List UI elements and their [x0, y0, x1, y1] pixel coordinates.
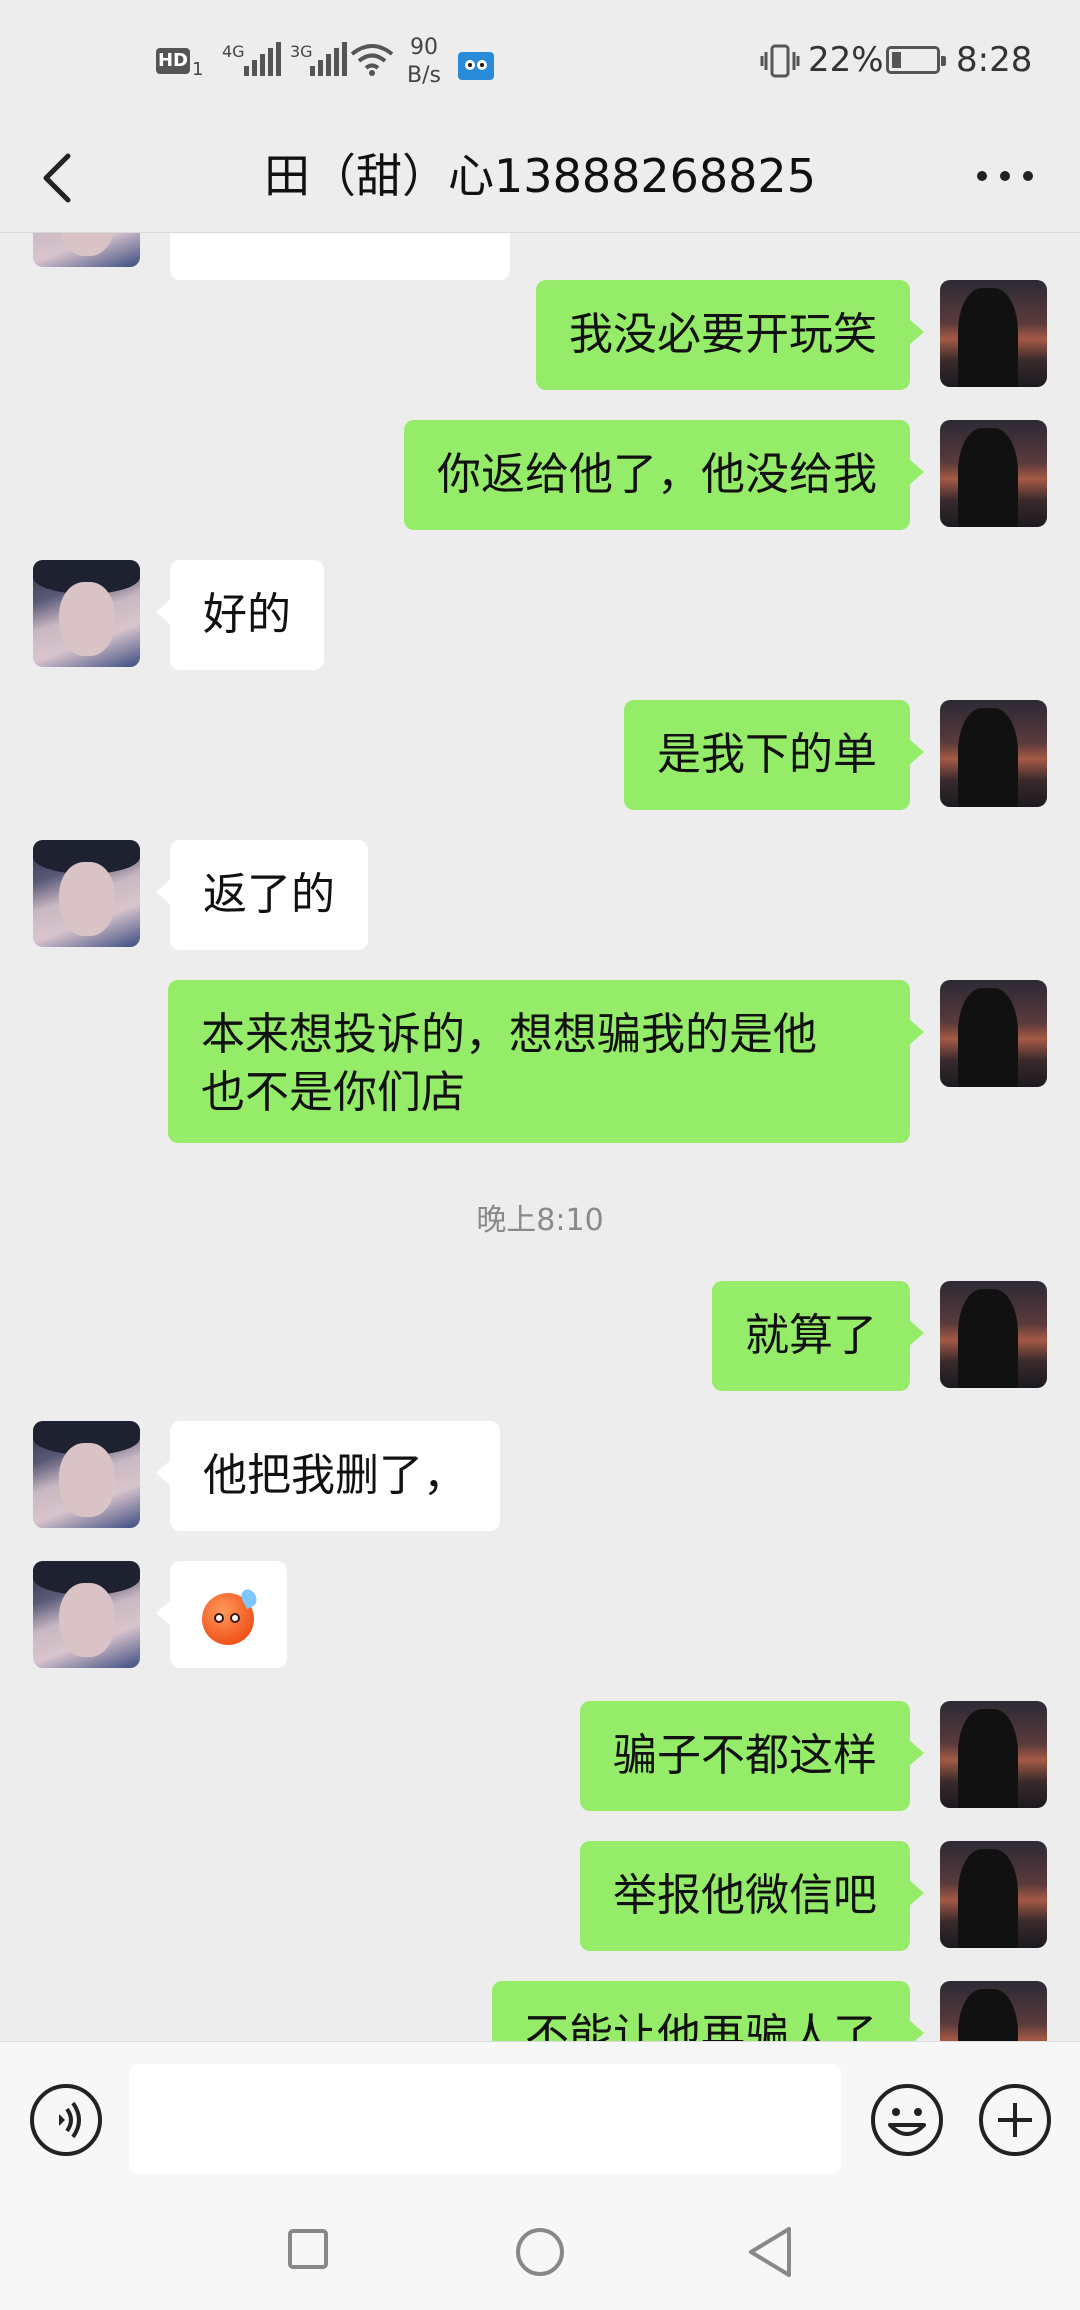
signal-icon-2: [306, 40, 350, 76]
message-bubble-outgoing[interactable]: 我没必要开玩笑: [536, 280, 924, 390]
app-notification-icon: [458, 52, 494, 80]
message-bubble-incoming[interactable]: 他把我删了，: [156, 1421, 500, 1531]
battery-icon: [886, 46, 946, 74]
my-avatar[interactable]: [940, 1281, 1047, 1388]
message-bubble-outgoing[interactable]: 是我下的单: [624, 700, 924, 810]
contact-avatar[interactable]: [33, 233, 140, 267]
message-timestamp: 晚上8:10: [476, 1203, 604, 1238]
message-bubble-incoming[interactable]: 好的: [156, 560, 324, 670]
message-input[interactable]: [129, 2064, 841, 2174]
contact-avatar[interactable]: [33, 1421, 140, 1528]
message-bubble-incoming[interactable]: [156, 1561, 287, 1668]
message-bubble-outgoing[interactable]: 骗子不都这样: [580, 1701, 924, 1811]
my-avatar[interactable]: [940, 420, 1047, 527]
home-icon[interactable]: [515, 2227, 565, 2277]
net-speed-unit: B/s: [407, 63, 441, 88]
hd-sim-label: 1: [192, 59, 204, 80]
hd-voice-icon: HD: [156, 48, 190, 74]
my-avatar[interactable]: [940, 700, 1047, 807]
message-bubble-outgoing[interactable]: 本来想投诉的，想想骗我的是他 也不是你们店: [168, 980, 924, 1143]
my-avatar[interactable]: [940, 1841, 1047, 1948]
input-bar: [0, 2041, 1080, 2198]
chat-title: 田（甜）心13888268825: [264, 149, 816, 203]
back-icon[interactable]: [745, 2225, 795, 2279]
message-bubble-outgoing[interactable]: 不能让他再骗人了: [492, 1981, 924, 2041]
signal-icon-1: [240, 40, 284, 76]
contact-avatar[interactable]: [33, 1561, 140, 1668]
message-bubble-outgoing[interactable]: 你返给他了，他没给我: [404, 420, 924, 530]
message-bubble-outgoing[interactable]: 就算了: [712, 1281, 924, 1391]
contact-avatar[interactable]: [33, 840, 140, 947]
message-bubble-outgoing[interactable]: 举报他微信吧: [580, 1841, 924, 1951]
wifi-icon: [350, 44, 394, 76]
voice-icon[interactable]: [29, 2083, 103, 2157]
my-avatar[interactable]: [940, 980, 1047, 1087]
vibrate-icon: [760, 44, 800, 78]
net-speed-value: 90: [410, 35, 438, 60]
contact-avatar[interactable]: [33, 560, 140, 667]
clock: 8:28: [956, 40, 1033, 80]
chat-header: 田（甜）心13888268825: [0, 120, 1080, 233]
recent-apps-icon[interactable]: [288, 2229, 328, 2269]
back-arrow-icon[interactable]: [34, 142, 94, 212]
my-avatar[interactable]: [940, 1701, 1047, 1808]
message-list[interactable]: 我没必要开玩笑 你返给他了，他没给我 好的 是我下的单 返了的 本来想投诉的，想…: [0, 233, 1080, 2041]
message-bubble-incoming[interactable]: 返了的: [156, 840, 368, 950]
system-nav-bar: [0, 2197, 1080, 2310]
message-bubble-incoming[interactable]: [170, 233, 510, 280]
emoji-icon[interactable]: [870, 2083, 944, 2157]
my-avatar[interactable]: [940, 280, 1047, 387]
plus-icon[interactable]: [978, 2083, 1052, 2157]
my-avatar[interactable]: [940, 1981, 1047, 2041]
battery-percent: 22%: [808, 40, 884, 80]
status-bar: HD 1 4G 3G 90 B/s 22% 8:28: [0, 0, 1080, 120]
sweat-face-emoji-icon: [202, 1586, 260, 1645]
more-options-icon[interactable]: [970, 146, 1040, 206]
